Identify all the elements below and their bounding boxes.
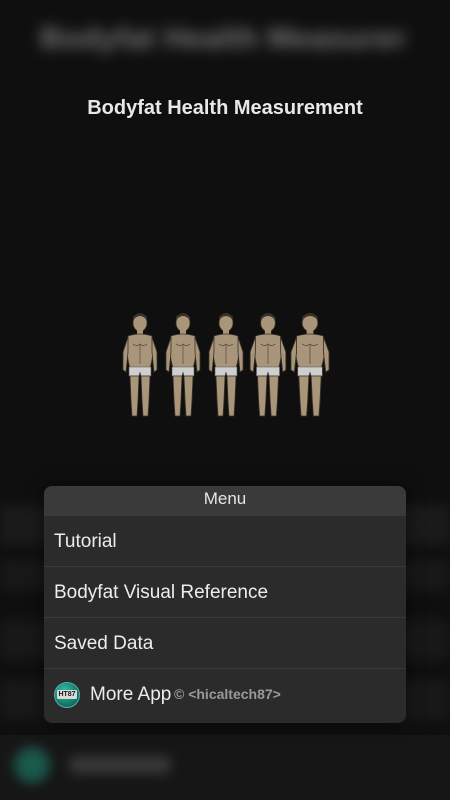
menu-item-label: More App — [90, 684, 172, 705]
body-figure-4 — [249, 312, 287, 417]
page-title: Bodyfat Health Measurement — [87, 97, 363, 119]
background-title-blurred: Bodyfat Health Measurement — [40, 22, 405, 55]
ht87-app-icon: HT87 — [54, 681, 80, 708]
background-footer-blurred — [0, 735, 450, 800]
body-figure-1 — [122, 312, 158, 417]
menu-dialog: Menu Tutorial Bodyfat Visual Reference S… — [44, 486, 406, 723]
menu-item-bodyfat-visual-reference[interactable]: Bodyfat Visual Reference — [44, 567, 406, 618]
menu-item-tutorial[interactable]: Tutorial — [44, 516, 406, 567]
body-figure-5 — [290, 312, 330, 417]
body-figure-2 — [165, 312, 201, 417]
footer-text-blurred — [70, 757, 170, 773]
menu-item-label: Saved Data — [54, 633, 154, 654]
app-icon-blurred — [14, 747, 50, 783]
menu-item-saved-data[interactable]: Saved Data — [44, 618, 406, 669]
copyright-watermark: © <hicaltech87> — [174, 686, 281, 702]
body-figures-illustration — [118, 310, 334, 422]
menu-item-label: Tutorial — [54, 531, 117, 552]
menu-item-label: Bodyfat Visual Reference — [54, 582, 269, 603]
menu-title: Menu — [44, 486, 406, 516]
menu-item-more-app[interactable]: HT87 More App © <hicaltech87> — [44, 669, 406, 720]
body-figure-3 — [208, 312, 244, 417]
